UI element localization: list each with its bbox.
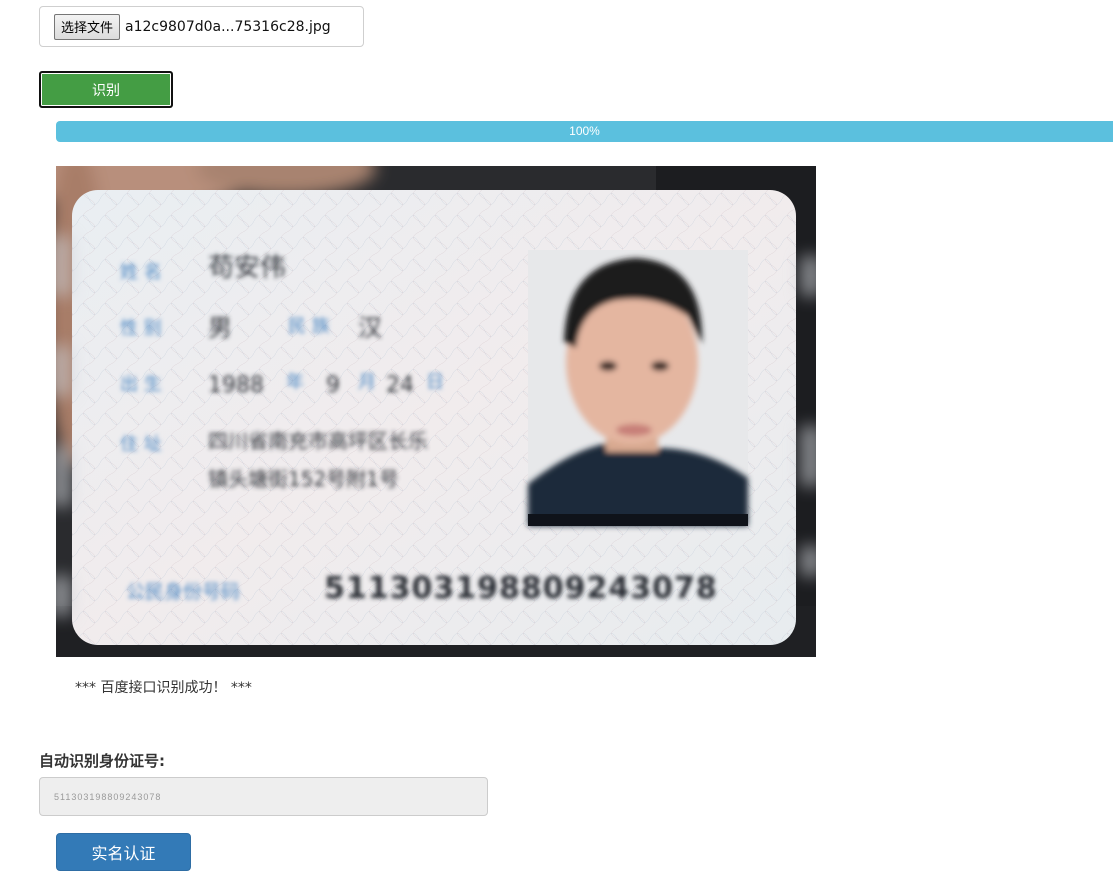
recognize-button[interactable]: 识别: [39, 71, 173, 108]
card-id-label: 公民身份号码: [126, 581, 240, 603]
selected-file-name: a12c9807d0a...75316c28.jpg: [125, 18, 331, 35]
card-address-line2: 镇头塘街152号附1号: [208, 467, 399, 491]
card-nation-label: 民 族: [288, 316, 330, 337]
id-portrait: [528, 250, 748, 526]
progress-bar: 100%: [56, 121, 1113, 142]
card-address-line1: 四川省南充市高坪区长乐: [208, 429, 428, 453]
card-birth-year: 1988: [208, 373, 264, 398]
card-birth-month-unit: 月: [358, 372, 376, 393]
card-name-label: 姓 名: [120, 262, 162, 283]
id-number-field[interactable]: [39, 777, 488, 816]
card-name-value: 苟安伟: [208, 253, 286, 283]
file-input-box[interactable]: 选择文件 a12c9807d0a...75316c28.jpg: [39, 6, 364, 47]
card-birth-year-unit: 年: [286, 372, 304, 393]
card-birth-day: 24: [386, 373, 414, 398]
id-number-label: 自动识别身份证号:: [39, 752, 165, 770]
card-birth-month: 9: [326, 373, 340, 398]
card-birth-label: 出 生: [120, 374, 162, 395]
real-name-verify-button[interactable]: 实名认证: [56, 833, 191, 871]
id-card-photo: 姓 名 苟安伟 性 别 男 民 族 汉 出 生 1988 年 9 月 24 日 …: [56, 166, 816, 657]
card-sex-label: 性 别: [120, 318, 162, 339]
recognition-status-message: *** 百度接口识别成功！ ***: [75, 680, 252, 696]
card-nation-value: 汉: [358, 314, 382, 342]
choose-file-button[interactable]: 选择文件: [54, 13, 121, 40]
card-id-value: 511303198809243078: [324, 571, 718, 606]
card-birth-day-unit: 日: [426, 372, 444, 393]
progress-fill: 100%: [56, 121, 1113, 142]
card-sex-value: 男: [208, 314, 232, 342]
card-address-label: 住 址: [120, 434, 162, 455]
